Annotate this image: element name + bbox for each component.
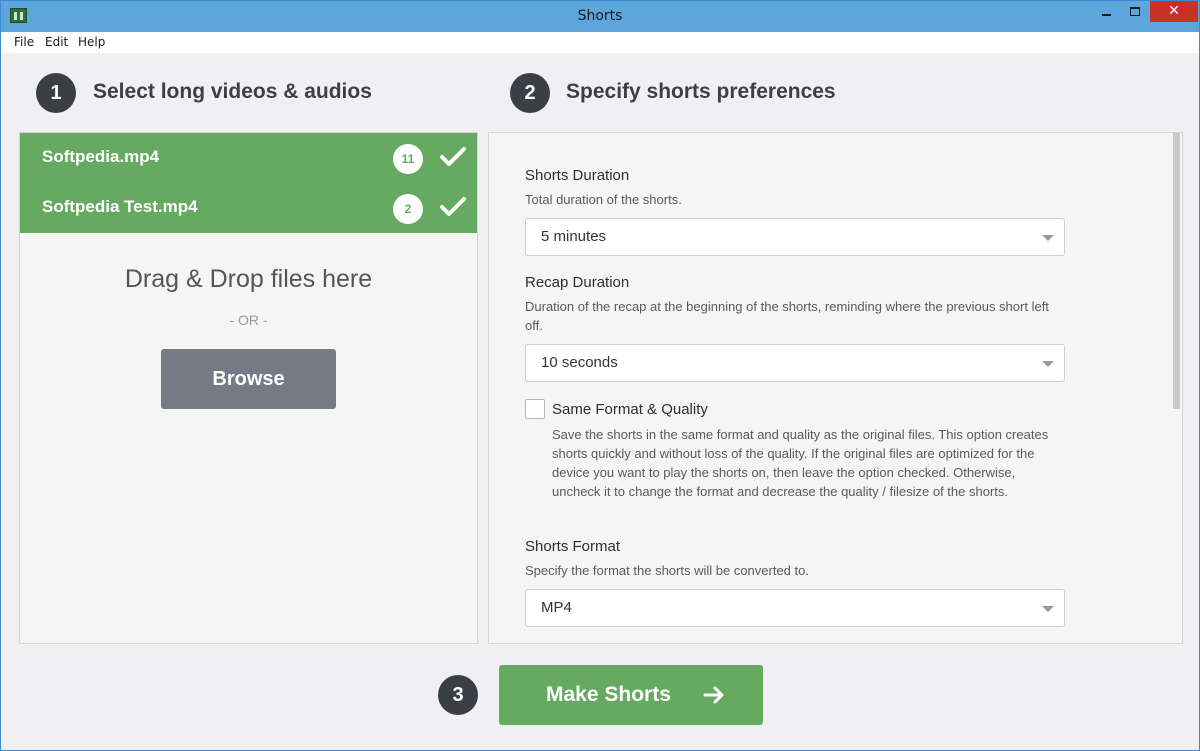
or-separator: - OR - [229, 312, 268, 328]
same-format-label[interactable]: Same Format & Quality [552, 401, 708, 418]
menu-bar: File Edit Help [1, 32, 1199, 53]
recap-duration-select[interactable]: 10 seconds [525, 344, 1065, 382]
make-shorts-button[interactable]: Make Shorts [499, 665, 763, 725]
preferences-panel: Shorts Duration Total duration of the sh… [488, 132, 1183, 644]
close-icon: ✕ [1168, 3, 1180, 19]
shorts-count-badge: 2 [393, 194, 423, 224]
menu-edit[interactable]: Edit [45, 35, 68, 49]
recap-duration-label: Recap Duration [525, 274, 630, 291]
file-name: Softpedia Test.mp4 [42, 197, 198, 216]
close-button[interactable]: ✕ [1150, 1, 1198, 22]
check-icon [440, 197, 466, 216]
step-1-title: Select long videos & audios [93, 80, 372, 103]
minimize-icon [1102, 14, 1111, 16]
shorts-count-badge: 11 [393, 144, 423, 174]
shorts-duration-label: Shorts Duration [525, 167, 630, 184]
shorts-format-desc: Specify the format the shorts will be co… [525, 563, 809, 578]
step-2-badge: 2 [510, 73, 550, 113]
title-bar[interactable]: Shorts ✕ [1, 1, 1199, 32]
window-title: Shorts [577, 8, 623, 24]
shorts-duration-select[interactable]: 5 minutes [525, 218, 1065, 256]
step-3-badge: 3 [438, 675, 478, 715]
recap-duration-desc: Duration of the recap at the beginning o… [525, 299, 1049, 333]
drop-zone-text: Drag & Drop files here [124, 265, 373, 293]
menu-file[interactable]: File [14, 35, 34, 49]
dropdown-arrow-icon [1042, 235, 1054, 241]
file-row[interactable]: Softpedia.mp4 11 [20, 133, 477, 183]
maximize-button[interactable] [1121, 1, 1148, 23]
step-2-title: Specify shorts preferences [566, 80, 836, 103]
recap-duration-value: 10 seconds [541, 354, 618, 371]
minimize-button[interactable] [1093, 1, 1119, 23]
shorts-duration-value: 5 minutes [541, 228, 607, 245]
step-1-badge: 1 [36, 73, 76, 113]
shorts-format-label: Shorts Format [525, 538, 621, 555]
shorts-duration-desc: Total duration of the shorts. [525, 192, 682, 207]
same-format-checkbox[interactable] [525, 399, 545, 419]
browse-button[interactable]: Browse [161, 349, 336, 409]
file-row[interactable]: Softpedia Test.mp4 2 [20, 183, 477, 233]
menu-help[interactable]: Help [78, 35, 105, 49]
file-name: Softpedia.mp4 [42, 147, 160, 166]
file-list-panel: Softpedia.mp4 11 Softpedia Test.mp4 2 Dr… [19, 132, 478, 644]
make-shorts-label: Make Shorts [546, 683, 671, 706]
check-icon [440, 147, 466, 166]
arrow-right-icon [703, 686, 724, 704]
shorts-format-select[interactable]: MP4 [525, 589, 1065, 627]
shorts-format-value: MP4 [541, 599, 572, 616]
dropdown-arrow-icon [1042, 361, 1054, 367]
dropdown-arrow-icon [1042, 606, 1054, 612]
same-format-desc: Save the shorts in the same format and q… [552, 427, 1049, 499]
maximize-icon [1130, 7, 1140, 16]
scrollbar-thumb[interactable] [1173, 133, 1180, 409]
app-window: Shorts ✕ File Edit Help 1 Select long vi… [0, 0, 1200, 751]
